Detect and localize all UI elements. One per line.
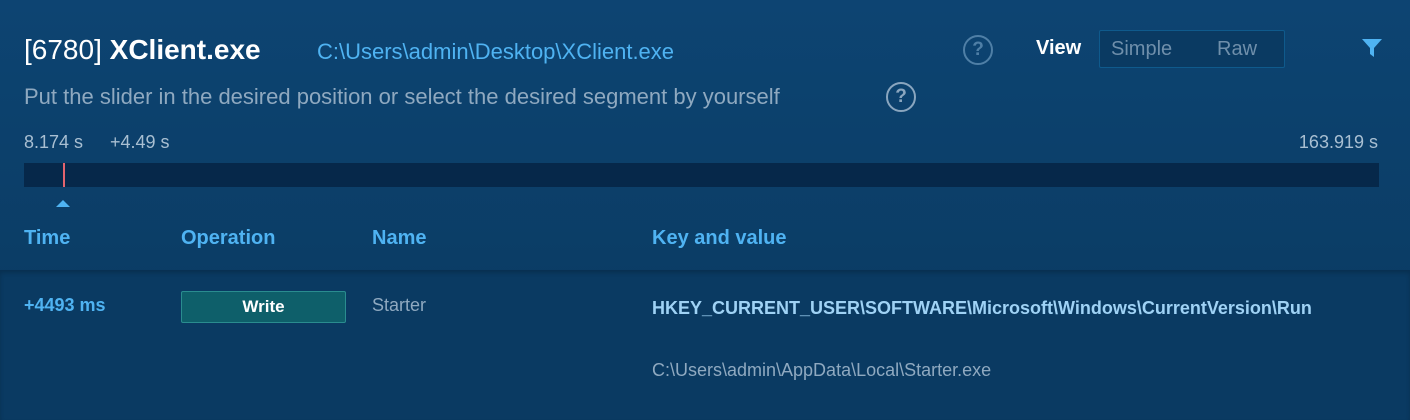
column-header-operation[interactable]: Operation [181,227,275,250]
slider-handle[interactable] [56,200,70,207]
timeline-event-marker [63,163,65,187]
timeline-offset: +4.49 s [110,132,170,152]
view-label: View [1036,37,1082,59]
row-name: Starter [372,295,427,315]
column-header-name[interactable]: Name [372,227,426,250]
help-icon[interactable]: ? [963,35,993,65]
process-pid: [6780] [24,34,102,65]
slider-instructions: Put the slider in the desired position o… [24,84,780,109]
process-name: XClient.exe [109,34,261,65]
process-title: [6780] XClient.exe [24,34,261,66]
help-icon[interactable]: ? [886,82,916,112]
view-toggle: Simple Raw [1099,30,1285,68]
filter-icon[interactable] [1361,38,1383,58]
timeline-track[interactable] [24,163,1379,187]
timeline-end-time: 163.919 s [1298,132,1378,152]
registry-value: C:\Users\admin\AppData\Local\Starter.exe [652,360,992,380]
row-time: +4493 ms [24,295,106,315]
column-header-key-and-value[interactable]: Key and value [652,227,787,250]
view-raw-button[interactable]: Raw [1217,38,1257,61]
timeline-start-time: 8.174 s [24,132,84,152]
table-row[interactable]: +4493 ms Write Starter HKEY_CURRENT_USER… [0,270,1410,420]
registry-key: HKEY_CURRENT_USER\SOFTWARE\Microsoft\Win… [652,298,1312,318]
process-header: [6780] XClient.exe C:\Users\admin\Deskto… [0,0,1410,270]
column-header-time[interactable]: Time [24,227,70,250]
operation-badge: Write [181,291,346,323]
view-simple-button[interactable]: Simple [1111,38,1172,61]
process-path: C:\Users\admin\Desktop\XClient.exe [317,39,675,64]
